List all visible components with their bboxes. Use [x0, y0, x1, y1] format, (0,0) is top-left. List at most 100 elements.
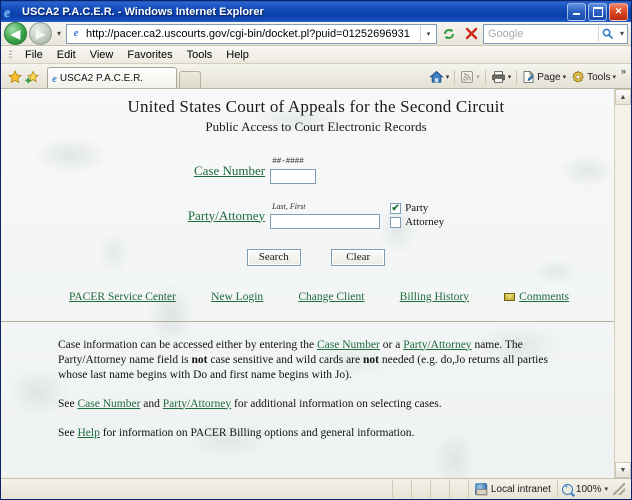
- toolbar-separator-3: [516, 70, 518, 84]
- attorney-checkbox-label: Attorney: [405, 216, 445, 229]
- case-number-input[interactable]: [270, 169, 317, 185]
- zoom-magnifier-icon: +: [561, 483, 573, 495]
- pacer-service-center-link[interactable]: PACER Service Center: [69, 291, 176, 303]
- favorites-center-icon[interactable]: [6, 66, 23, 88]
- change-client-link[interactable]: Change Client: [298, 291, 364, 303]
- page-viewport: United States Court of Appeals for the S…: [1, 89, 631, 478]
- scroll-up-arrow-icon[interactable]: ▲: [615, 89, 631, 105]
- title-bar: e USCA2 P.A.C.E.R. - Windows Internet Ex…: [1, 1, 631, 22]
- window-controls: ✕: [567, 2, 631, 21]
- search-provider-caret[interactable]: ▾: [617, 29, 627, 38]
- menu-grip[interactable]: [9, 49, 12, 60]
- history-dropdown-caret[interactable]: ▾: [54, 29, 64, 38]
- search-go-icon[interactable]: [597, 25, 617, 42]
- party-attorney-input[interactable]: [270, 214, 381, 230]
- search-input-placeholder: Google: [488, 27, 524, 40]
- browser-window: e USCA2 P.A.C.E.R. - Windows Internet Ex…: [0, 0, 632, 500]
- resize-grip[interactable]: [613, 483, 625, 495]
- forward-button[interactable]: ▶: [29, 22, 52, 45]
- new-login-link[interactable]: New Login: [211, 291, 263, 303]
- comments-link[interactable]: Comments: [519, 291, 569, 303]
- stop-icon[interactable]: [461, 24, 481, 43]
- page-header: United States Court of Appeals for the S…: [1, 89, 631, 135]
- scrollbar-track[interactable]: [615, 105, 631, 462]
- page-caret[interactable]: ▾: [563, 73, 567, 81]
- print-caret[interactable]: ▾: [508, 73, 512, 81]
- page-menu-button[interactable]: Page ▾: [520, 70, 568, 84]
- close-button[interactable]: ✕: [609, 2, 628, 21]
- p2-case-number-link[interactable]: Case Number: [77, 398, 140, 410]
- tools-caret[interactable]: ▾: [612, 73, 616, 81]
- toolbar-separator-1: [454, 70, 456, 84]
- page-favicon-icon: e: [73, 27, 79, 39]
- security-zone[interactable]: Local intranet: [469, 480, 558, 498]
- printer-icon: [491, 71, 505, 83]
- status-slot-4: [450, 480, 469, 498]
- zoom-caret[interactable]: ▾: [604, 485, 608, 493]
- menu-item-tools[interactable]: Tools: [180, 49, 220, 61]
- feeds-button[interactable]: ▾: [458, 70, 482, 84]
- case-number-link[interactable]: Case Number: [194, 163, 265, 178]
- p2-party-attorney-link[interactable]: Party/Attorney: [163, 398, 231, 410]
- search-button[interactable]: Search: [246, 248, 301, 266]
- envelope-icon: [504, 292, 516, 301]
- billing-history-link[interactable]: Billing History: [400, 291, 469, 303]
- home-icon: [428, 70, 444, 83]
- clear-button[interactable]: Clear: [331, 248, 386, 266]
- maximize-button[interactable]: [588, 2, 607, 21]
- party-checkbox[interactable]: ✔: [390, 202, 402, 214]
- menu-item-view[interactable]: View: [83, 49, 121, 61]
- tools-label: Tools: [587, 71, 611, 83]
- party-attorney-hint: Last, First: [272, 201, 306, 211]
- back-button[interactable]: ◀: [4, 22, 27, 45]
- status-bar: Local intranet + 100% ▾: [1, 478, 631, 499]
- party-attorney-row: Party/Attorney Last, First ✔ Party Attor…: [188, 202, 444, 230]
- attorney-checkbox[interactable]: [390, 216, 402, 228]
- add-to-favorites-icon[interactable]: [23, 66, 40, 88]
- zoom-control[interactable]: + 100% ▾: [558, 480, 631, 498]
- page-icon: [523, 70, 535, 83]
- refresh-icon[interactable]: [439, 24, 459, 43]
- new-tab-button[interactable]: [179, 71, 201, 88]
- search-box[interactable]: Google ▾: [483, 23, 628, 44]
- comments-link-wrap[interactable]: Comments: [504, 291, 569, 303]
- print-button[interactable]: ▾: [489, 70, 514, 84]
- gear-icon: [572, 70, 584, 83]
- p1-party-attorney-link[interactable]: Party/Attorney: [403, 339, 471, 351]
- form-buttons: Search Clear: [1, 247, 631, 266]
- rss-feed-icon: [461, 71, 474, 83]
- p1-case-number-link[interactable]: Case Number: [317, 339, 380, 351]
- page-label: Page: [537, 71, 561, 83]
- menu-item-help[interactable]: Help: [219, 49, 256, 61]
- p3-text-b: for information on PACER Billing options…: [99, 426, 415, 439]
- navigation-links: PACER Service Center New Login Change Cl…: [1, 291, 631, 303]
- address-toolbar: ◀ ▶ ▾ e http://pacer.ca2.uscourts.gov/cg…: [1, 22, 631, 46]
- home-button[interactable]: ▾: [427, 70, 452, 84]
- menu-item-file[interactable]: File: [18, 49, 50, 61]
- attorney-checkbox-row[interactable]: Attorney: [390, 216, 444, 229]
- menu-item-favorites[interactable]: Favorites: [120, 49, 179, 61]
- home-caret[interactable]: ▾: [446, 73, 450, 81]
- party-attorney-link[interactable]: Party/Attorney: [188, 208, 265, 223]
- toolbar-separator-2: [484, 70, 486, 84]
- checkmark-icon: ✔: [391, 202, 400, 214]
- vertical-scrollbar[interactable]: ▲ ▼: [614, 89, 631, 478]
- menu-item-edit[interactable]: Edit: [50, 49, 83, 61]
- p1-text-a: Case information can be accessed either …: [58, 338, 317, 351]
- tab-usca2-pacer[interactable]: e USCA2 P.A.C.E.R.: [47, 67, 177, 88]
- toolbar-overflow-button[interactable]: »: [619, 66, 628, 76]
- p3-help-link[interactable]: Help: [77, 427, 99, 439]
- status-message: [1, 480, 393, 498]
- page-subtitle: Public Access to Court Electronic Record…: [205, 118, 427, 134]
- address-dropdown-caret[interactable]: ▾: [420, 25, 436, 42]
- scroll-down-arrow-icon[interactable]: ▼: [615, 462, 631, 478]
- tools-menu-button[interactable]: Tools ▾: [569, 70, 618, 84]
- party-attorney-input-cell: Last, First: [270, 201, 381, 230]
- p1-bold-not-1: not: [191, 353, 208, 366]
- party-checkbox-row[interactable]: ✔ Party: [390, 202, 444, 215]
- address-bar[interactable]: e http://pacer.ca2.uscourts.gov/cgi-bin/…: [66, 23, 437, 44]
- party-attorney-label-cell: Party/Attorney: [188, 202, 270, 230]
- menu-bar: File Edit View Favorites Tools Help: [1, 46, 631, 64]
- address-bar-url: http://pacer.ca2.uscourts.gov/cgi-bin/do…: [86, 27, 410, 40]
- minimize-button[interactable]: [567, 2, 586, 21]
